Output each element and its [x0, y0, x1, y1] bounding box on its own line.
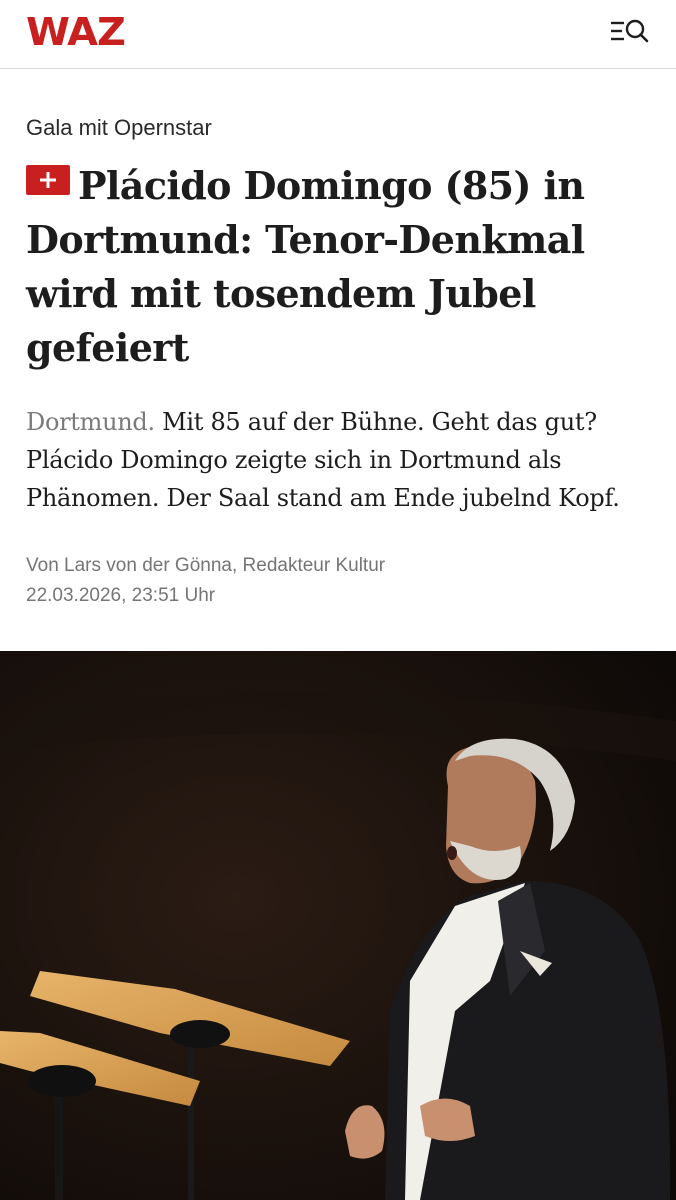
article-teaser: Dortmund. Mit 85 auf der Bühne. Geht das… — [26, 403, 650, 517]
date-line: 22.03.2026, 23:51 Uhr — [26, 585, 216, 606]
hero-image[interactable] — [0, 651, 676, 1200]
menu-search-icon[interactable] — [610, 18, 650, 46]
author-line: Von Lars von der Gönna, Redakteur Kultur — [26, 555, 386, 576]
byline: Von Lars von der Gönna, Redakteur Kultur… — [26, 551, 650, 611]
article-kicker: Gala mit Opernstar — [26, 115, 212, 140]
article-headline: Plácido Domingo (85) in Dortmund: Tenor-… — [26, 159, 650, 375]
top-bar: WAZ — [0, 0, 676, 69]
teaser-place: Dortmund. — [26, 408, 155, 436]
headline-text: Plácido Domingo (85) in Dortmund: Tenor-… — [26, 163, 585, 370]
waz-logo[interactable]: WAZ — [26, 10, 126, 54]
article: Gala mit Opernstar Plácido Domingo (85) … — [0, 115, 676, 611]
plus-icon — [26, 165, 70, 195]
